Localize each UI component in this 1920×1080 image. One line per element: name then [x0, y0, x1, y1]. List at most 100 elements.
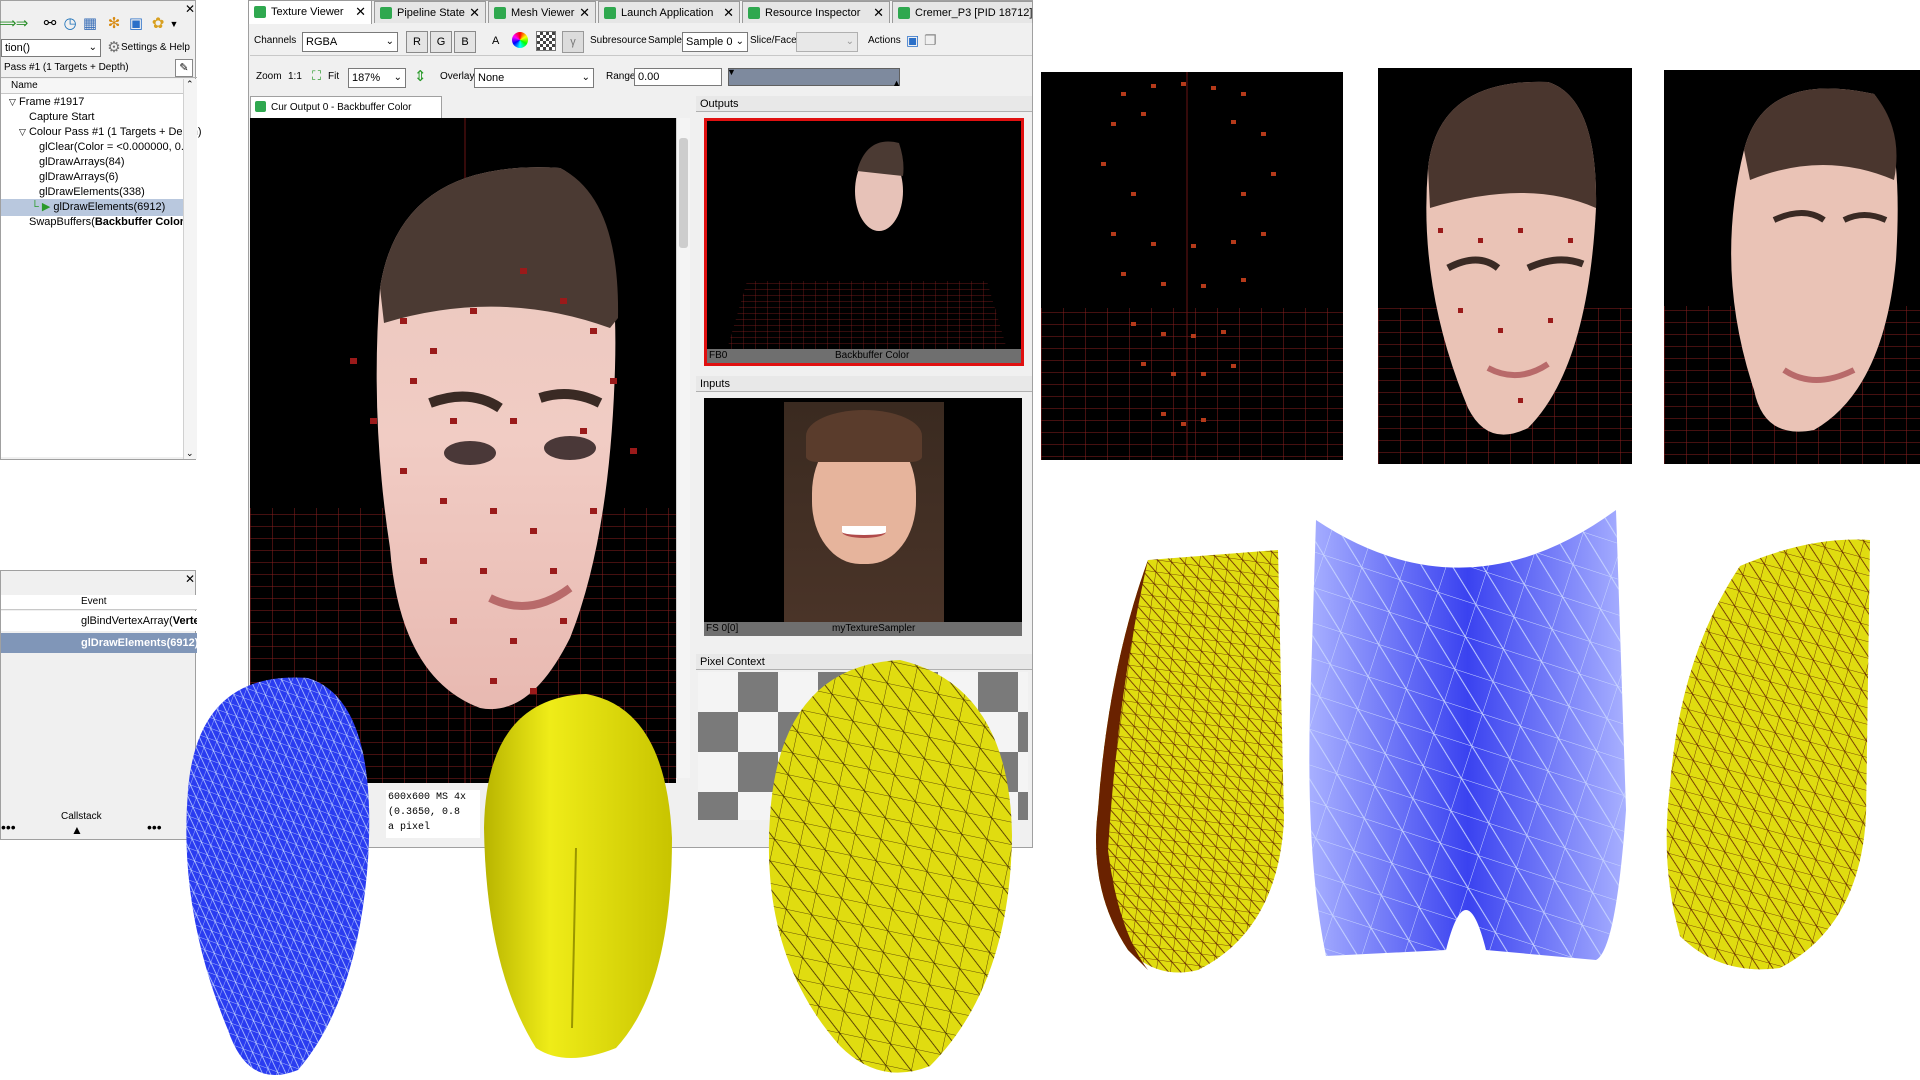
close-icon[interactable]: ✕: [185, 2, 195, 16]
gamma-toggle[interactable]: γ: [562, 31, 584, 53]
channel-a-toggle[interactable]: A: [492, 35, 499, 47]
range-handle-right-icon[interactable]: ▲: [892, 78, 901, 88]
close-icon[interactable]: ✕: [355, 1, 366, 23]
window-icon: [255, 101, 266, 112]
sample-select[interactable]: Sample 0 ⌄: [682, 32, 748, 52]
chevron-up-icon: ⌃: [186, 79, 194, 89]
window-icon: [604, 7, 616, 19]
textured-face-side-image: [1664, 88, 1920, 464]
window-icon: [254, 6, 266, 18]
chevron-down-icon: ⌄: [581, 72, 590, 83]
outputs-header: Outputs: [696, 96, 1032, 112]
right-profile-mesh-image: [1666, 539, 1870, 970]
bookmark-icon[interactable]: ✻: [105, 15, 123, 33]
channel-r-toggle[interactable]: R: [406, 31, 428, 53]
chevron-down-icon: ⌄: [393, 72, 402, 83]
pass-label: Pass #1 (1 Targets + Depth) ✎: [1, 59, 197, 78]
channels-select[interactable]: RGBA ⌄: [302, 32, 398, 52]
mesh-yellow-solid: [476, 688, 676, 1068]
api-inspector-panel: ✕ Event glBindVertexArray(Vertex Arr glD…: [0, 570, 198, 840]
close-icon[interactable]: ✕: [873, 2, 884, 23]
slice-face-select[interactable]: ⌄: [796, 32, 858, 52]
fit-button[interactable]: Fit: [328, 71, 339, 82]
zoom-1-1-button[interactable]: 1:1: [288, 71, 302, 82]
window-icon: [898, 7, 910, 19]
output-face-preview: [727, 141, 1007, 349]
close-icon[interactable]: ✕: [723, 2, 734, 23]
function-combo[interactable]: tion() ⌄: [1, 39, 101, 57]
channel-b-toggle[interactable]: B: [454, 31, 476, 53]
mesh-yellow-left-profile: [1088, 550, 1284, 980]
chevron-down-icon: ⌄: [735, 36, 744, 47]
range-handle-left-icon[interactable]: ▼: [727, 67, 736, 77]
point-cloud-image: [1041, 72, 1343, 460]
color-wheel-icon[interactable]: [512, 32, 528, 48]
tab-capture-process[interactable]: Cremer_P3 [PID 18712]: [892, 1, 1033, 23]
chevron-down-icon: ⌄: [385, 36, 394, 47]
save-icon[interactable]: ▣: [906, 32, 919, 49]
tab-pipeline-state[interactable]: Pipeline State ✕: [374, 1, 486, 23]
chevron-down-icon: ⌄: [88, 42, 97, 53]
statistics-icon[interactable]: ▦: [81, 15, 99, 33]
output-thumbnail[interactable]: FB0 Backbuffer Color: [704, 118, 1024, 366]
column-header-name: Name: [1, 79, 183, 94]
output-label: FB0 Backbuffer Color: [707, 349, 1021, 363]
copy-icon[interactable]: ❐: [924, 32, 937, 49]
window-icon: [380, 7, 392, 19]
tree-item-swapbuffers[interactable]: SwapBuffers(Backbuffer Color⚭): [1, 214, 197, 231]
mesh-yellow-wireframe: [760, 656, 1016, 1080]
tab-mesh-viewer[interactable]: Mesh Viewer ✕: [488, 1, 596, 23]
chevron-down-icon: ⌄: [845, 36, 854, 47]
find-icon[interactable]: ⚯: [41, 15, 59, 33]
tab-launch-application[interactable]: Launch Application ✕: [598, 1, 740, 23]
viewport-scrollbar[interactable]: [676, 118, 690, 778]
arrow-right-icon[interactable]: ⇒: [13, 15, 31, 33]
input-label: FS 0[0] myTextureSampler: [704, 622, 1022, 636]
inputs-header: Inputs: [696, 376, 1032, 392]
unwrapped-mesh-image: [1309, 510, 1626, 960]
tab-resource-inspector[interactable]: Resource Inspector ✕: [742, 1, 890, 23]
texture-toolbar-1: Channels RGBA ⌄ R G B A γ Subresource Sam…: [250, 26, 1032, 56]
solid-head-image: [484, 694, 672, 1058]
mesh-blue-wireframe: [168, 670, 388, 1080]
close-icon[interactable]: ✕: [185, 572, 195, 586]
overlay-select[interactable]: None ⌄: [474, 68, 594, 88]
api-row[interactable]: glBindVertexArray(Vertex Arr: [1, 611, 197, 631]
triangle-up-icon: ▲: [71, 823, 83, 837]
render-textured-side: [1664, 70, 1920, 464]
event-tree-scrollbar[interactable]: ⌃ ⌄: [183, 79, 197, 459]
mesh-yellow-right-profile: [1660, 536, 1876, 980]
range-slider[interactable]: ▼ ▲: [727, 67, 901, 88]
current-event-icon: └ ▶: [31, 201, 51, 213]
render-textured-front: [1378, 68, 1632, 464]
input-face-photo: [784, 402, 944, 624]
chevron-down-icon[interactable]: ▼: [165, 15, 183, 33]
chevron-down-icon: ⌄: [186, 448, 194, 458]
checkerboard-icon[interactable]: [536, 31, 556, 51]
textured-face-front-image: [1378, 81, 1632, 464]
settings-help-button[interactable]: Settings & Help: [121, 42, 190, 53]
edit-icon[interactable]: ✎: [175, 59, 193, 77]
window-icon: [748, 7, 760, 19]
wireframe-head-image: [186, 677, 370, 1075]
pixel-status: 600x600 MS 4x (0.3650, 0.8 a pixel: [386, 790, 480, 838]
fit-icon[interactable]: ⛶: [312, 68, 321, 84]
arrow-left-icon[interactable]: ⟹: [0, 15, 17, 33]
channel-g-toggle[interactable]: G: [430, 31, 452, 53]
event-browser-panel: ⟹ ⇒ ⚯ ◷ ▦ ✻ ▣ ✿ ▼ tion() ⌄ ⚙ Settings & …: [0, 0, 202, 460]
zoom-select[interactable]: 187% ⌄: [348, 68, 406, 88]
save-icon[interactable]: ▣: [127, 15, 145, 33]
range-min-input[interactable]: 0.00: [634, 68, 722, 86]
viewport-tab[interactable]: Cur Output 0 - Backbuffer Color: [250, 96, 442, 118]
left-profile-mesh-image: [1096, 550, 1284, 973]
flip-icon[interactable]: ⇕: [414, 67, 427, 85]
column-header-event: Event: [1, 595, 197, 610]
timeline-icon[interactable]: ◷: [61, 15, 79, 33]
close-icon[interactable]: ✕: [579, 2, 590, 23]
tab-texture-viewer[interactable]: Texture Viewer ✕: [248, 0, 372, 24]
input-thumbnail[interactable]: FS 0[0] myTextureSampler: [704, 398, 1022, 636]
chevron-down-icon: ▽: [9, 97, 16, 107]
viewport-scroll-thumb[interactable]: [679, 138, 688, 248]
api-row-selected[interactable]: glDrawElements(6912): [1, 633, 198, 653]
close-icon[interactable]: ✕: [469, 2, 480, 23]
